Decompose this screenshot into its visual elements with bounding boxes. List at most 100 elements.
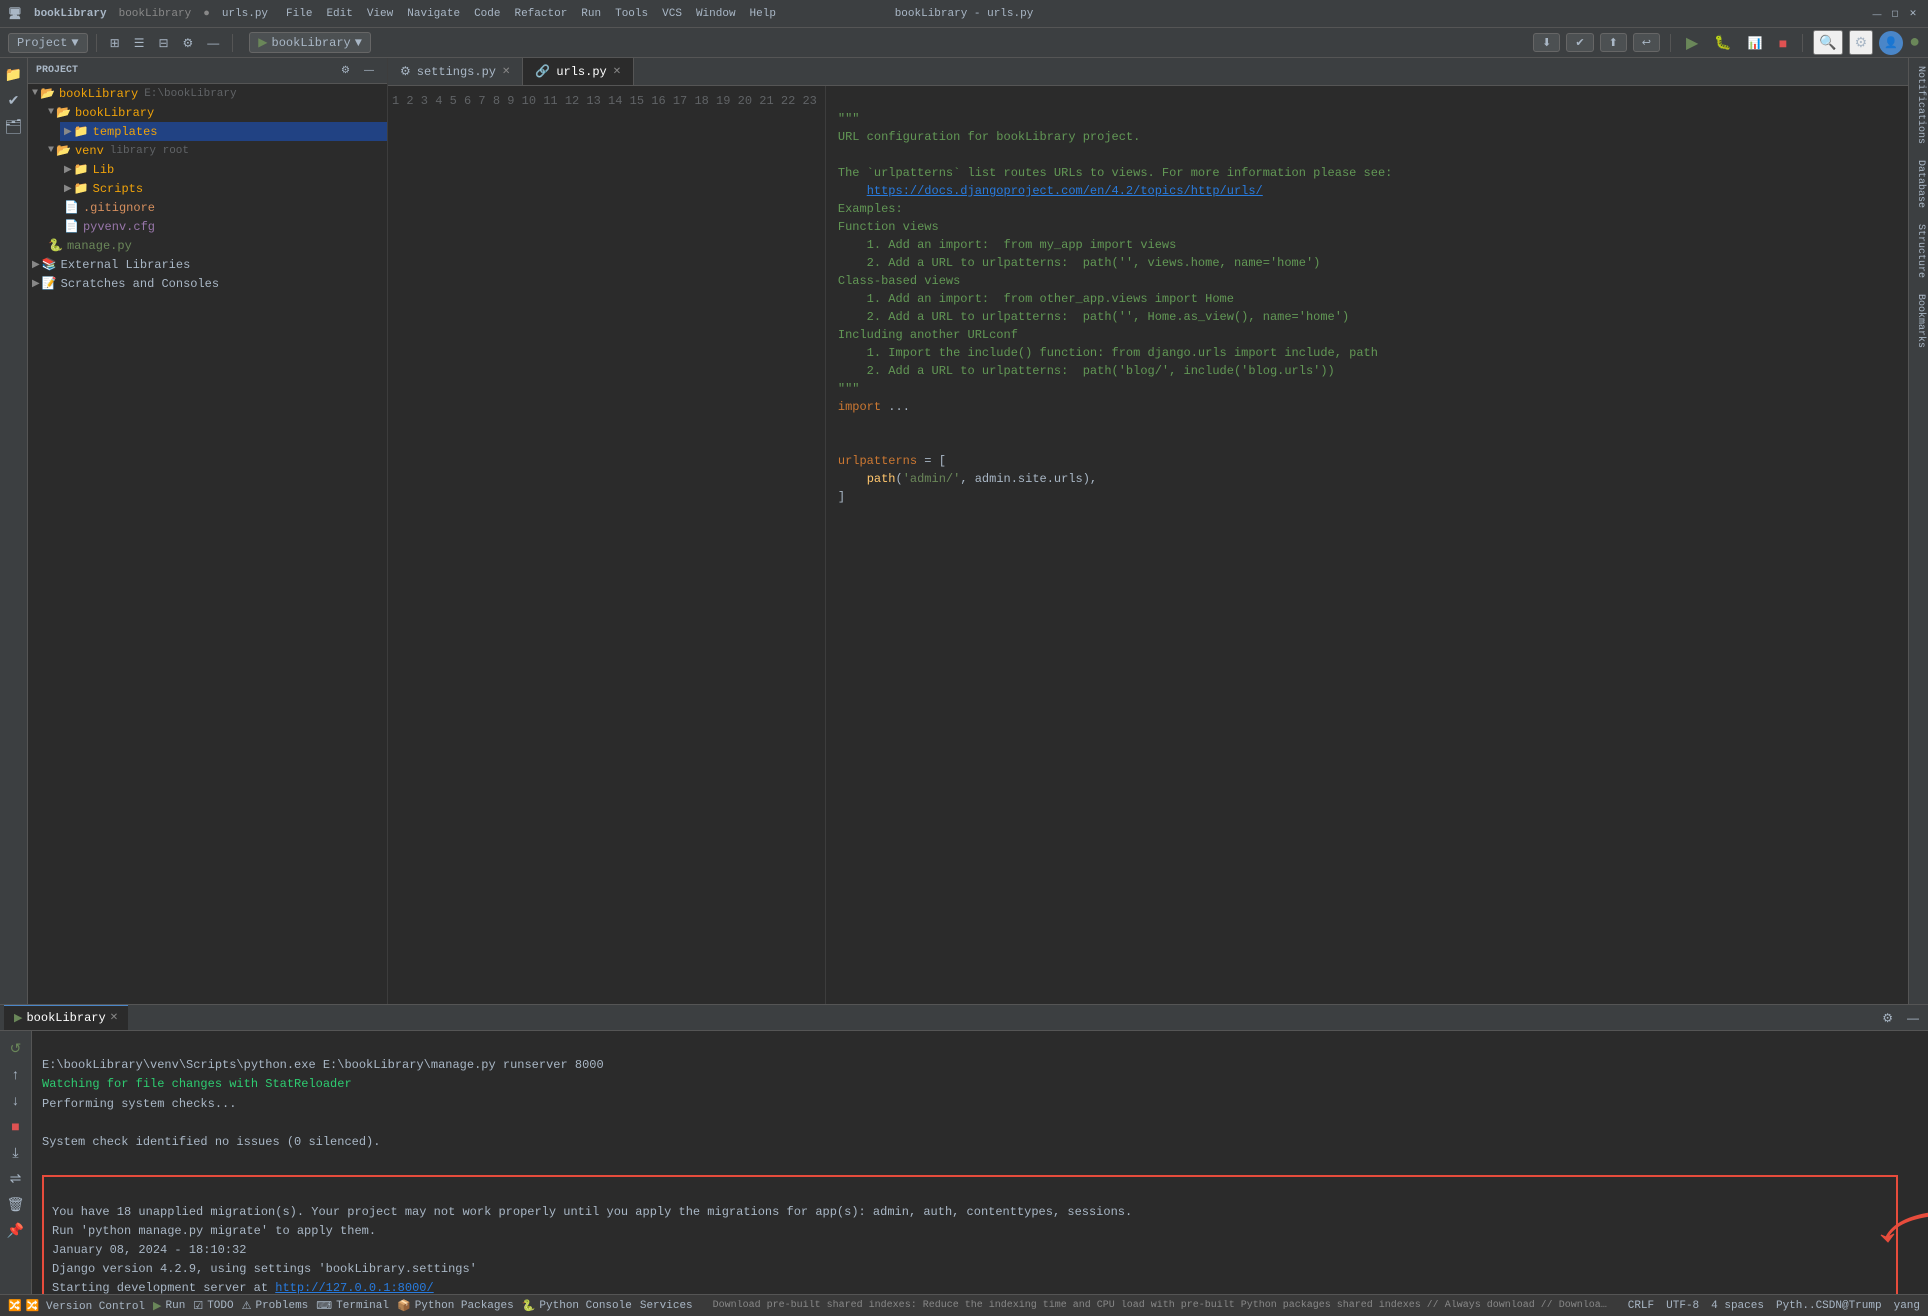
status-bar: 🔀 🔀 Version Control ▶ Run ☑ TODO ⚠ Probl… (0, 1294, 1928, 1316)
menu-item-run[interactable]: Run (575, 6, 607, 22)
services-btn[interactable]: Services (640, 1300, 693, 1312)
avatar[interactable]: 👤 (1879, 31, 1903, 55)
panel-minimize-btn[interactable]: — (359, 62, 379, 79)
tree-item-root[interactable]: ▼ 📂 bookLibrary E:\bookLibrary (28, 84, 387, 103)
tree-item-lib[interactable]: ▶ 📁 Lib (60, 160, 387, 179)
minimize-button[interactable]: — (1870, 7, 1884, 21)
main-toolbar: Project ▼ ⊞ ☰ ⊟ ⚙ — ▶ bookLibrary ▼ ⬇ ✔ … (0, 28, 1928, 58)
title-bar: 🖥 bookLibrary bookLibrary ● urls.py File… (0, 0, 1928, 28)
profile-btn[interactable]: 📊 (1743, 33, 1768, 53)
terminal-btn[interactable]: ⌨ Terminal (316, 1299, 389, 1313)
tree-item-scratches[interactable]: ▶ 📝 Scratches and Consoles (28, 274, 387, 293)
expand-icon: ▼ (48, 145, 54, 156)
menu-item-vcs[interactable]: VCS (656, 6, 688, 22)
tree-item-pyvenv[interactable]: 📄 pyvenv.cfg (60, 217, 387, 236)
menu-item-tools[interactable]: Tools (609, 6, 654, 22)
window-controls: — ◻ ✕ (1870, 7, 1920, 21)
problems-btn[interactable]: ⚠ Problems (242, 1299, 309, 1313)
expand-icon: ▶ (32, 259, 40, 271)
settings-btn[interactable]: ⚙ (1849, 30, 1874, 55)
soft-wrap-btn[interactable]: ⇌ (5, 1167, 27, 1189)
search-everywhere-btn[interactable]: 🔍 (1813, 30, 1842, 55)
bookmarks-panel-btn[interactable]: Bookmarks (1909, 286, 1928, 356)
tab-settings[interactable]: ⚙ settings.py ✕ (388, 58, 523, 85)
encoding-indicator[interactable]: UTF-8 (1666, 1300, 1699, 1312)
todo-btn[interactable]: ☑ TODO (193, 1299, 233, 1313)
settings-tab-close[interactable]: ✕ (502, 66, 510, 78)
arrow-annotation (1876, 1207, 1928, 1257)
git-revert-btn[interactable]: ↩ (1633, 33, 1660, 52)
tree-item-external-libs[interactable]: ▶ 📚 External Libraries (28, 255, 387, 274)
run-panel-settings[interactable]: ⚙ (1877, 1008, 1898, 1028)
run-status-btn[interactable]: ▶ Run (153, 1299, 185, 1313)
toolbar-layout-btn[interactable]: ⊞ (105, 33, 125, 53)
indent-indicator[interactable]: 4 spaces (1711, 1300, 1764, 1312)
notifications-panel-btn[interactable]: Notifications (1909, 58, 1928, 152)
console-icon: 🐍 (522, 1299, 536, 1313)
menu-item-navigate[interactable]: Navigate (401, 6, 466, 22)
version-control-btn[interactable]: 🔀 🔀 Version Control (8, 1299, 145, 1313)
tree-label: bookLibrary (59, 87, 138, 101)
run-panel-minimize[interactable]: — (1902, 1008, 1924, 1028)
settings-tab-icon: ⚙ (400, 64, 411, 79)
scroll-to-end-btn[interactable]: ⤓ (5, 1141, 27, 1163)
code-editor[interactable]: """ URL configuration for bookLibrary pr… (826, 86, 1908, 1004)
python-console-btn[interactable]: 🐍 Python Console (522, 1299, 632, 1313)
stop-run-btn[interactable]: ■ (5, 1115, 27, 1137)
toolbar-list-btn[interactable]: ☰ (129, 33, 150, 53)
stop-btn[interactable]: ■ (1774, 32, 1792, 54)
menu-item-view[interactable]: View (361, 6, 399, 22)
menu-item-window[interactable]: Window (690, 6, 742, 22)
git-commit-btn[interactable]: ✔ (1566, 33, 1593, 52)
run-down-btn[interactable]: ↓ (5, 1089, 27, 1111)
notification-dot[interactable]: ● (1909, 33, 1920, 53)
sidebar-structure-btn[interactable]: 🗂 (2, 114, 26, 138)
tab-urls[interactable]: 🔗 urls.py ✕ (523, 58, 634, 85)
toolbar-minus-btn[interactable]: — (202, 33, 224, 53)
title-bar-right: — ◻ ✕ (1870, 7, 1920, 21)
toolbar-settings-btn[interactable]: ⚙ (178, 33, 199, 53)
rerun-btn[interactable]: ↺ (5, 1037, 27, 1059)
maximize-button[interactable]: ◻ (1888, 7, 1902, 21)
editor-content: 1 2 3 4 5 6 7 8 9 10 11 12 13 14 15 16 1… (388, 86, 1908, 1004)
clear-console-btn[interactable]: 🗑 (5, 1193, 27, 1215)
tree-item-managepy[interactable]: 🐍 manage.py (44, 236, 387, 255)
app-name: bookLibrary (34, 8, 107, 20)
terminal-label: Terminal (336, 1300, 389, 1312)
menu-item-refactor[interactable]: Refactor (508, 6, 573, 22)
crlf-indicator[interactable]: CRLF (1628, 1300, 1654, 1312)
sidebar-project-btn[interactable]: 📁 (2, 62, 26, 86)
run-configuration[interactable]: ▶ bookLibrary ▼ (249, 32, 371, 53)
run-tab-close[interactable]: ✕ (110, 1012, 118, 1024)
panel-close-btn[interactable]: ⚙ (336, 62, 355, 79)
server-link[interactable]: http://127.0.0.1:8000/ (275, 1281, 433, 1294)
menu-item-code[interactable]: Code (468, 6, 506, 22)
debug-btn[interactable]: 🐛 (1709, 31, 1736, 54)
tree-item-booklibrary[interactable]: ▼ 📂 bookLibrary (44, 103, 387, 122)
pin-tab-btn[interactable]: 📌 (5, 1219, 27, 1241)
menu-item-file[interactable]: File (280, 6, 318, 22)
sidebar-commit-btn[interactable]: ✔ (2, 88, 26, 112)
menu-item-help[interactable]: Help (744, 6, 782, 22)
structure-panel-btn[interactable]: Structure (1909, 216, 1928, 286)
tree-item-venv[interactable]: ▼ 📂 venv library root (44, 141, 387, 160)
run-btn[interactable]: ▶ (1681, 30, 1703, 56)
close-button[interactable]: ✕ (1906, 7, 1920, 21)
git-push-btn[interactable]: ⬆ (1600, 33, 1627, 52)
run-panel: ↺ ↑ ↓ ■ ⤓ ⇌ 🗑 📌 E:\bookLibrary\venv\Scri… (0, 1031, 1928, 1294)
git-update-btn[interactable]: ⬇ (1533, 33, 1560, 52)
run-tab[interactable]: ▶ bookLibrary ✕ (4, 1005, 128, 1030)
tree-item-scripts[interactable]: ▶ 📁 Scripts (60, 179, 387, 198)
tree-item-templates[interactable]: ▶ 📁 templates (60, 122, 387, 141)
tree-item-gitignore[interactable]: 📄 .gitignore (60, 198, 387, 217)
run-up-btn[interactable]: ↑ (5, 1063, 27, 1085)
menu-item-edit[interactable]: Edit (320, 6, 358, 22)
urls-tab-close[interactable]: ✕ (613, 66, 621, 78)
packages-label: Python Packages (415, 1300, 514, 1312)
database-panel-btn[interactable]: Database (1909, 152, 1928, 216)
python-packages-btn[interactable]: 📦 Python Packages (397, 1299, 514, 1313)
run-output[interactable]: E:\bookLibrary\venv\Scripts\python.exe E… (32, 1031, 1928, 1294)
project-dropdown[interactable]: Project ▼ (8, 33, 88, 53)
toolbar-split-btn[interactable]: ⊟ (153, 33, 173, 53)
interpreter-indicator[interactable]: Pyth..CSDN@Trump (1776, 1300, 1882, 1312)
